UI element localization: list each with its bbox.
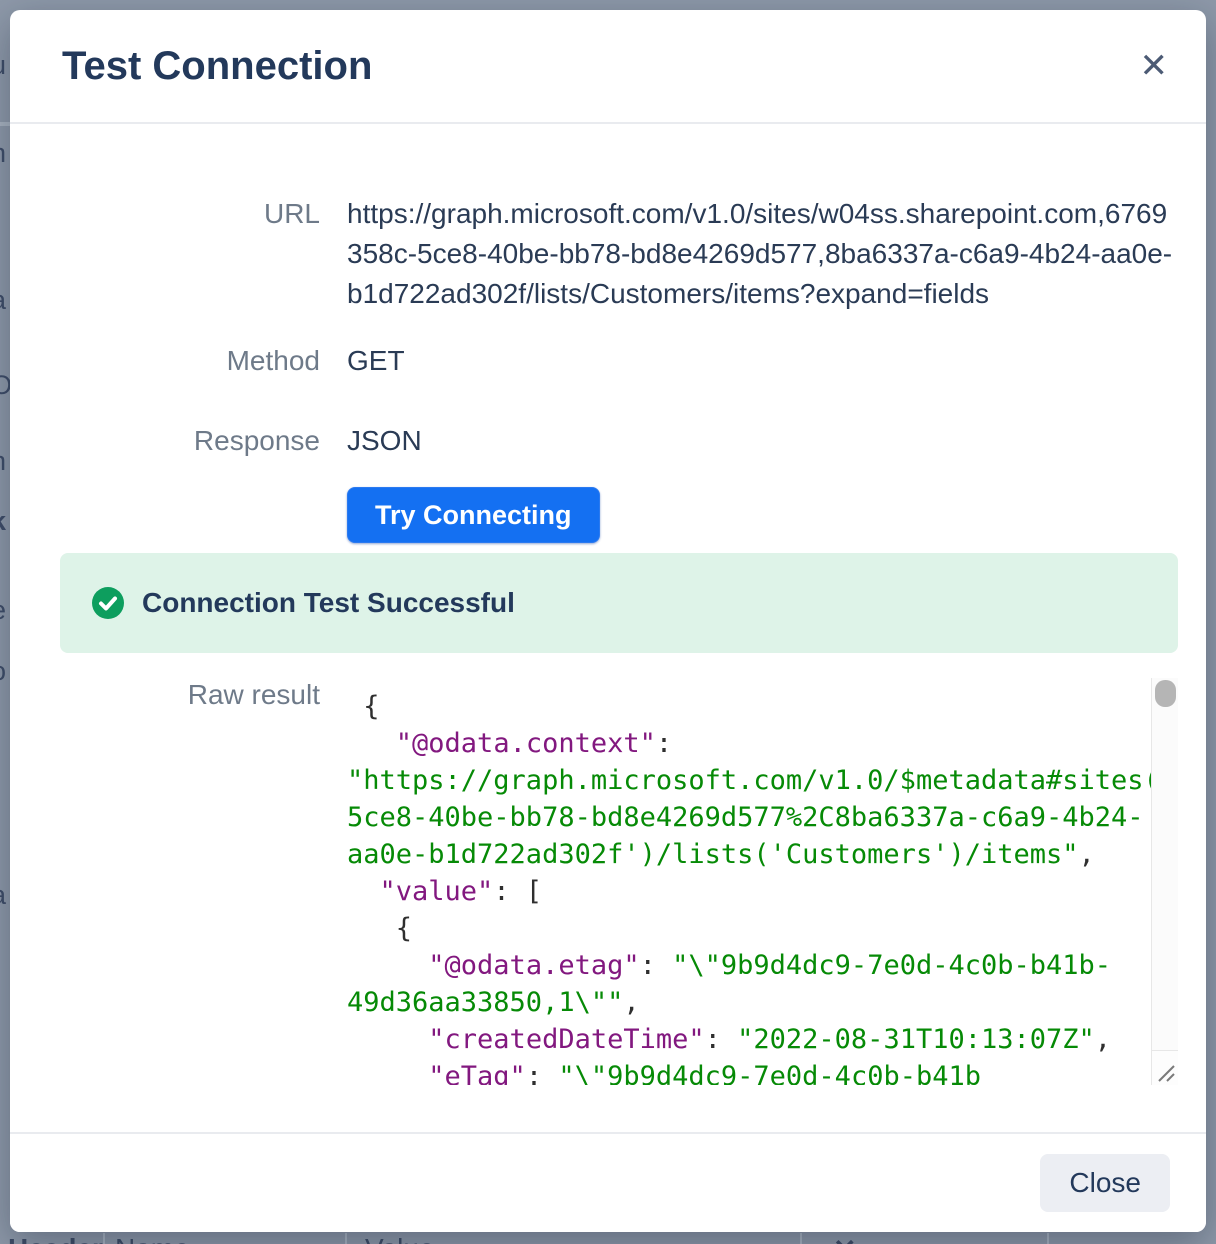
background-text-fragment: n xyxy=(0,446,6,477)
close-button[interactable]: Close xyxy=(1040,1154,1170,1212)
code-line: "value": [ xyxy=(347,873,1144,910)
scrollbar-thumb[interactable] xyxy=(1155,680,1176,707)
raw-result-code-block[interactable]: { "@odata.context":"https://graph.micros… xyxy=(347,678,1178,1085)
modal-header: Test Connection ✕ xyxy=(10,10,1206,124)
scrollbar[interactable] xyxy=(1151,678,1178,1050)
test-connection-modal: Test Connection ✕ URL https://graph.micr… xyxy=(10,10,1206,1232)
code-line: aa0e-b1d722ad302f')/lists('Customers')/i… xyxy=(347,836,1144,873)
code-line: "https://graph.microsoft.com/v1.0/$metad… xyxy=(347,762,1144,799)
method-row: Method GET xyxy=(50,344,1178,378)
success-banner: Connection Test Successful xyxy=(60,553,1178,653)
code-line: "@odata.context": xyxy=(347,725,1144,762)
code-line: 5ce8-40be-bb78-bd8e4269d577%2C8ba6337a-c… xyxy=(347,799,1144,836)
url-label: URL xyxy=(50,194,320,234)
success-banner-text: Connection Test Successful xyxy=(142,587,515,619)
background-text-fragment: k xyxy=(0,506,6,537)
background-bottom-row: Header Name Value ✕ xyxy=(0,1232,1216,1244)
raw-result-label: Raw result xyxy=(50,678,320,712)
code-line: 49d36aa33850,1\"", xyxy=(347,984,1144,1021)
background-text-fragment: u xyxy=(0,50,6,81)
method-value: GET xyxy=(347,344,1178,378)
code-line: "eTag": "\"9b9d4dc9-7e0d-4c0b-b41b xyxy=(347,1058,1144,1085)
try-connecting-row: Try Connecting xyxy=(50,487,1178,543)
modal-body: URL https://graph.microsoft.com/v1.0/sit… xyxy=(10,194,1206,1085)
code-content: { "@odata.context":"https://graph.micros… xyxy=(347,678,1178,1085)
code-line: "@odata.etag": "\"9b9d4dc9-7e0d-4c0b-b41… xyxy=(347,947,1144,984)
code-line: { xyxy=(347,688,1144,725)
background-text-fragment: e xyxy=(0,595,6,626)
background-header-label: Header xyxy=(8,1233,103,1244)
code-line: "createdDateTime": "2022-08-31T10:13:07Z… xyxy=(347,1021,1144,1058)
close-icon[interactable]: ✕ xyxy=(1140,49,1169,83)
background-divider xyxy=(0,122,10,126)
try-connecting-button[interactable]: Try Connecting xyxy=(347,487,600,543)
background-text-fragment: a xyxy=(0,880,6,911)
response-label: Response xyxy=(50,424,320,458)
delete-row-icon: ✕ xyxy=(833,1233,856,1244)
raw-result-row: Raw result { "@odata.context":"https://g… xyxy=(50,678,1178,1085)
check-circle-icon xyxy=(92,587,124,619)
modal-footer: Close xyxy=(10,1132,1206,1232)
response-value: JSON xyxy=(347,424,1178,458)
url-row: URL https://graph.microsoft.com/v1.0/sit… xyxy=(50,194,1178,314)
background-name-field: Name xyxy=(115,1233,190,1244)
background-value-field: Value xyxy=(365,1233,435,1244)
url-value: https://graph.microsoft.com/v1.0/sites/w… xyxy=(347,194,1178,314)
background-input-border xyxy=(1047,1233,1049,1244)
background-input-border xyxy=(800,1233,802,1244)
resize-handle-icon[interactable] xyxy=(1151,1050,1178,1085)
background-text-fragment: o xyxy=(0,656,6,687)
background-input-border xyxy=(345,1233,347,1244)
modal-title: Test Connection xyxy=(62,44,372,89)
background-input-border xyxy=(103,1233,105,1244)
background-text-fragment: n xyxy=(0,138,6,169)
method-label: Method xyxy=(50,344,320,378)
code-line: { xyxy=(347,910,1144,947)
background-text-fragment: a xyxy=(0,285,6,316)
response-row: Response JSON xyxy=(50,424,1178,458)
screen: unaOnkeoa Header Name Value ✕ Test Conne… xyxy=(0,0,1216,1244)
